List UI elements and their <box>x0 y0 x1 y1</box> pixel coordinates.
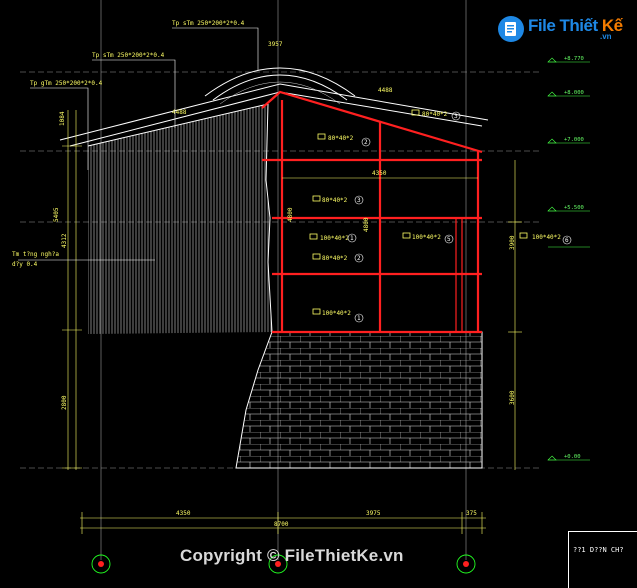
label-roof-sheet-mid: Tp sTm 250*200*2*0.4 <box>92 52 165 59</box>
dim-right-3600: 3600 <box>509 390 516 405</box>
beam-label-100x40-4: 100*40*2 <box>322 310 351 317</box>
left-cladding-wall <box>87 103 273 334</box>
title-block-text: ??1 D??N CH? <box>573 546 624 554</box>
steel-frame <box>261 90 483 334</box>
beam-label-100x40-2: 100*40*2 <box>412 234 441 241</box>
label-roof-sheet-top: Tp sTm 250*200*2*0.4 <box>172 20 245 27</box>
axis-dot-c <box>463 561 469 567</box>
tag-2: 2 <box>364 139 368 146</box>
dim-interior-4350: 4350 <box>372 170 387 177</box>
dim-left-2800: 2800 <box>61 395 68 410</box>
right-dimension-chain <box>508 160 522 470</box>
dim-roof-right: 4488 <box>378 87 393 94</box>
title-block: ??1 D??N CH? <box>568 531 637 588</box>
tag-2b: 2 <box>357 255 361 262</box>
dim-bottom-4350: 4350 <box>176 510 191 517</box>
beam-label-80x40-2: 80*40*2 <box>322 197 348 204</box>
logo-tld-text: .vn <box>600 32 612 41</box>
dim-roof-left: 4488 <box>172 109 187 116</box>
level-8000: +8.000 <box>564 90 584 96</box>
level-7000: +7.000 <box>564 137 584 143</box>
label-wall-cladding-2: d?y 0.4 <box>12 261 38 268</box>
filethietke-logo: File Thiết Kế .vn <box>496 12 632 46</box>
level-8770: +8.770 <box>564 56 584 62</box>
dim-col-4800: 4800 <box>287 207 294 222</box>
left-dimension-chain <box>62 110 82 470</box>
tag-3b: 3 <box>454 113 458 120</box>
beam-label-100x40-3: 100*40*2 <box>532 234 561 241</box>
dim-col-4800b: 4800 <box>363 217 370 232</box>
level-markers <box>547 57 590 461</box>
tag-6: 6 <box>565 237 569 244</box>
dim-left-5405: 5405 <box>53 207 60 222</box>
dim-bottom-375: 375 <box>466 510 477 517</box>
level-000: +0.00 <box>564 454 581 460</box>
dim-bottom-3975: 3975 <box>366 510 381 517</box>
axis-dot-a <box>98 561 104 567</box>
copyright-watermark: Copyright © FileThietKe.vn <box>180 546 404 565</box>
tag-3: 3 <box>357 197 361 204</box>
beam-label-100x40-1: 100*40*2 <box>320 235 349 242</box>
dim-roof-arc: 3957 <box>268 41 283 48</box>
beam-label-80x40-3: 80*40*2 <box>322 255 348 262</box>
beam-label-80x40-4: 80*40*2 <box>422 111 448 118</box>
tag-5: 5 <box>447 236 451 243</box>
cad-elevation-drawing: 1084 5405 4312 2800 3900 3600 4350 3975 … <box>12 0 590 574</box>
dim-left-1084: 1084 <box>59 111 66 126</box>
label-wall-cladding-1: Tm t?ng ngh?a <box>12 251 59 258</box>
logo-mark-icon <box>498 16 524 42</box>
beam-label-80x40-1: 80*40*2 <box>328 135 354 142</box>
tag-1b: 1 <box>357 315 361 322</box>
dim-left-4312: 4312 <box>61 233 68 248</box>
dim-right-3900: 3900 <box>509 235 516 250</box>
brick-base <box>235 331 483 469</box>
tag-1: 1 <box>350 235 354 242</box>
dim-bottom-8700: 8700 <box>274 521 289 528</box>
level-5500: +5.500 <box>564 205 584 211</box>
label-roof-sheet-left: Tp gTm 250*200*2*0.4 <box>30 80 103 87</box>
